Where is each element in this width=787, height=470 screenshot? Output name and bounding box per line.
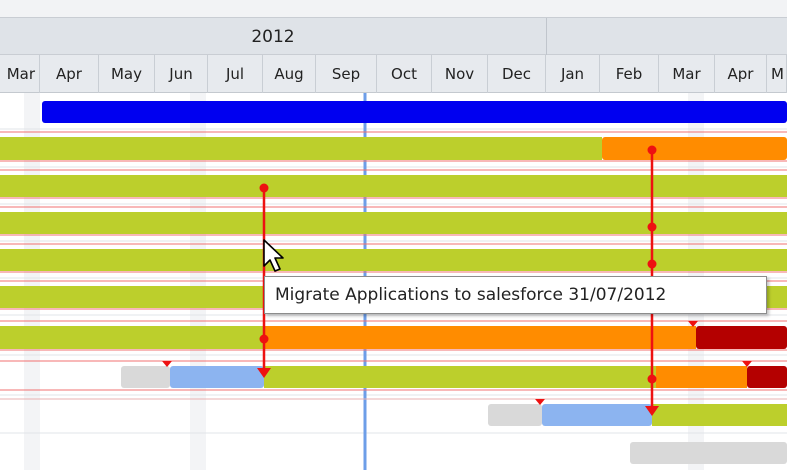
header-top-strip: [0, 0, 787, 17]
month-cell: Jul: [208, 55, 263, 93]
month-cell: Mar: [0, 55, 40, 93]
task-bar[interactable]: [0, 326, 264, 349]
month-cell: Dec: [488, 55, 546, 93]
task-bar[interactable]: [264, 326, 696, 349]
month-cell: Aug: [263, 55, 316, 93]
summary-bar[interactable]: [42, 101, 787, 123]
task-bar[interactable]: [542, 404, 652, 426]
task-bar[interactable]: [747, 366, 787, 388]
dependency-dot: [647, 259, 657, 269]
task-bar[interactable]: [170, 366, 264, 388]
month-cell: M: [767, 55, 787, 93]
month-cell: Apr: [40, 55, 99, 93]
task-bar[interactable]: [0, 212, 787, 234]
mouse-pointer-icon: [263, 239, 284, 272]
month-cell: Sep: [316, 55, 377, 93]
task-bar[interactable]: [652, 404, 787, 426]
year-next-cell: [547, 18, 787, 56]
task-bar[interactable]: [121, 366, 170, 388]
task-bar[interactable]: [0, 137, 602, 160]
month-cell: Feb: [600, 55, 659, 93]
month-cell: May: [99, 55, 155, 93]
month-cell: Apr: [715, 55, 767, 93]
task-bar[interactable]: [264, 366, 656, 388]
task-bar[interactable]: [0, 175, 787, 197]
month-header-row: Mar Apr May Jun Jul Aug Sep Oct Nov Dec …: [0, 55, 787, 93]
month-cell: Oct: [377, 55, 432, 93]
task-bar[interactable]: [488, 404, 542, 426]
task-bar[interactable]: [696, 326, 787, 349]
dependency-dot: [259, 334, 269, 344]
month-cell: Mar: [659, 55, 715, 93]
dependency-dot: [647, 374, 657, 384]
month-cell: Nov: [432, 55, 488, 93]
dependency-dot: [647, 222, 657, 232]
dependency-dot: [647, 145, 657, 155]
year-header-row: 2012: [0, 17, 787, 56]
year-2012-cell: 2012: [251, 27, 295, 47]
dependency-dot: [259, 183, 269, 193]
gantt-chart: 2012 Mar Apr May Jun Jul Aug Sep Oct Nov…: [0, 0, 787, 470]
month-cell: Jan: [546, 55, 600, 93]
task-tooltip: Migrate Applications to salesforce 31/07…: [264, 276, 767, 314]
task-bar[interactable]: [602, 137, 787, 160]
task-bar[interactable]: [630, 442, 787, 464]
task-bar[interactable]: [0, 249, 787, 271]
task-bar[interactable]: [656, 366, 747, 388]
month-cell: Jun: [155, 55, 208, 93]
